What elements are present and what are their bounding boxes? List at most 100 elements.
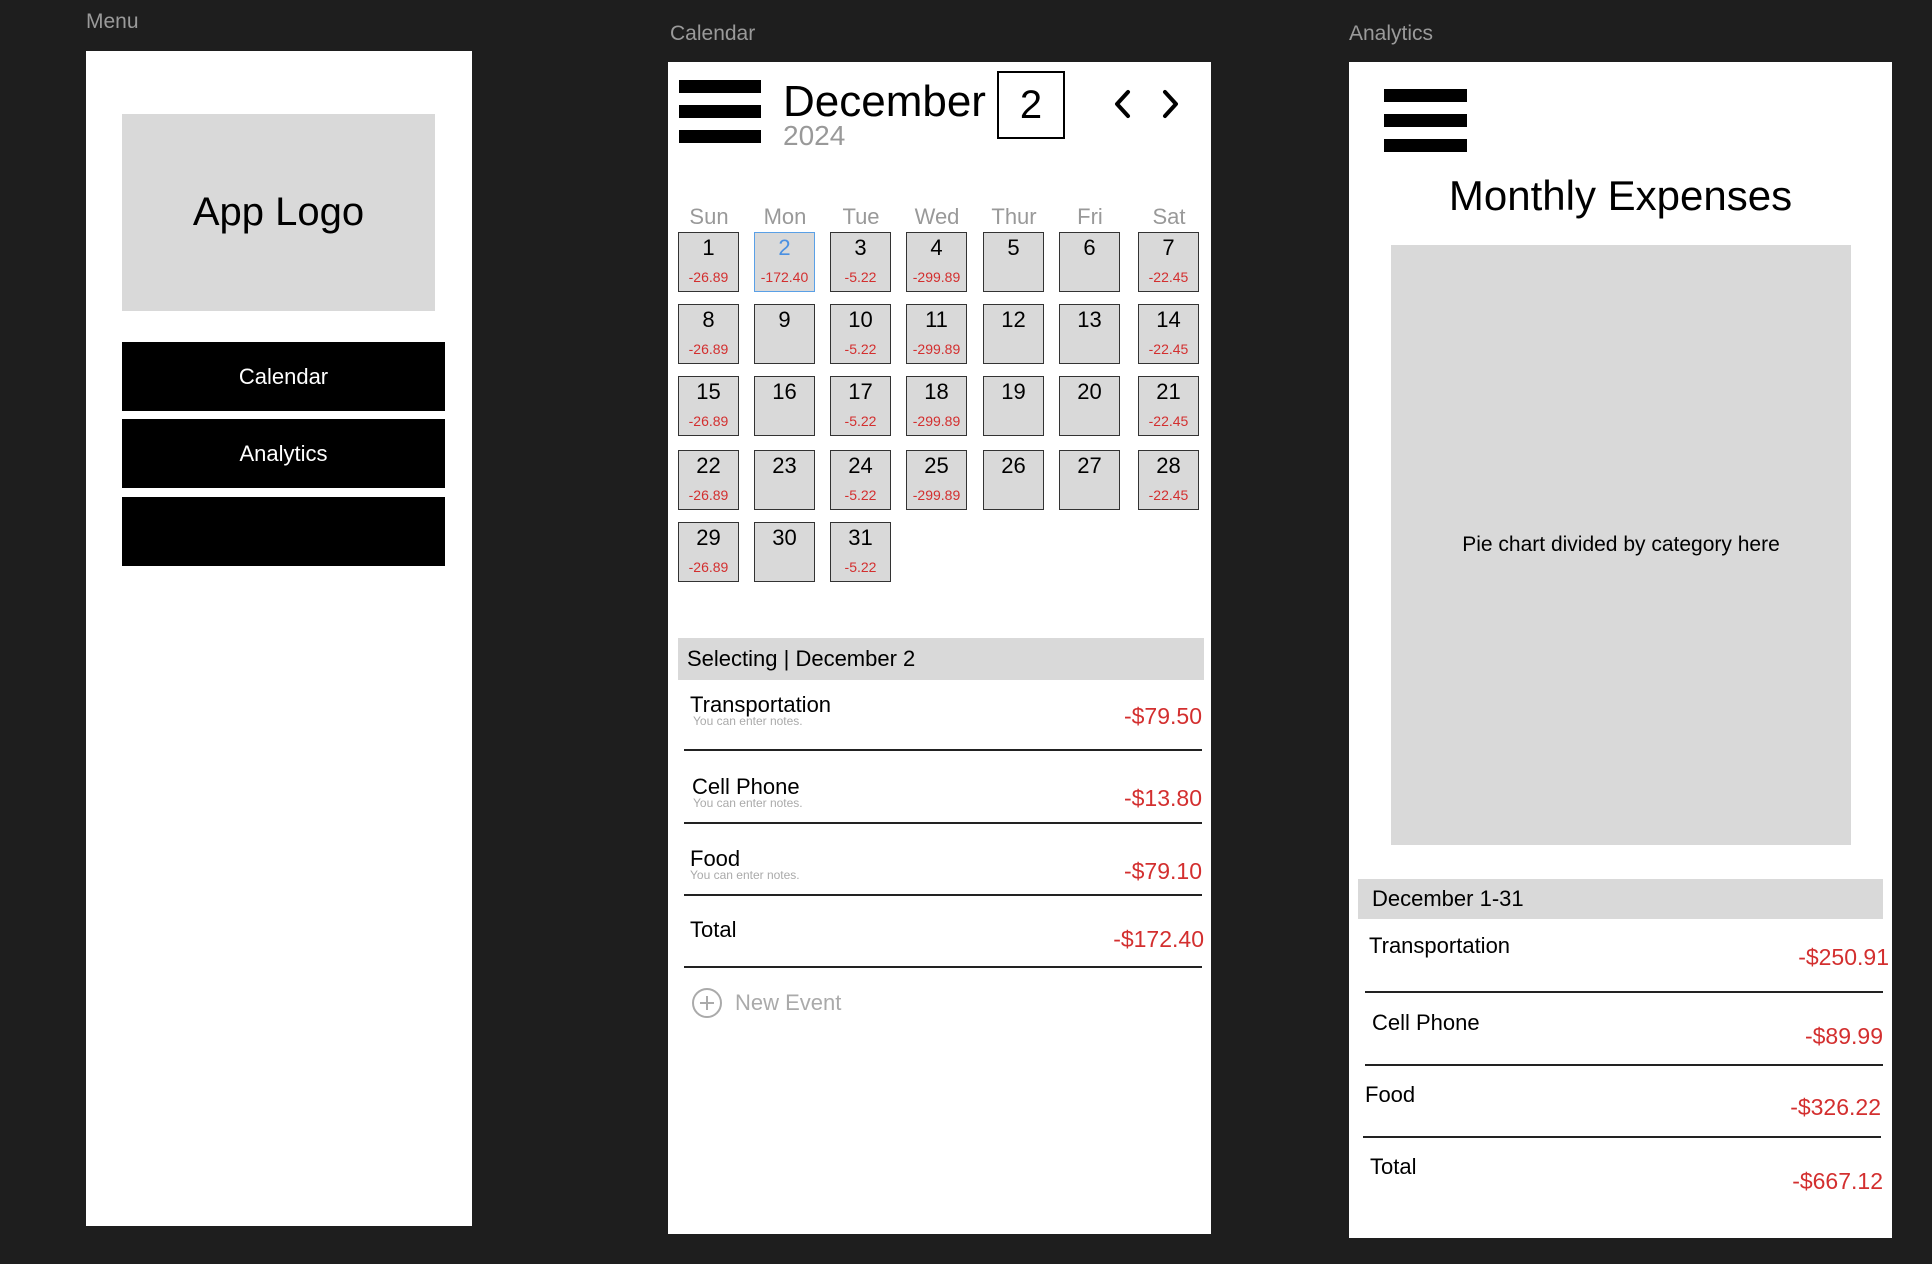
calendar-day-cell[interactable]: 29 -26.89 — [678, 522, 739, 582]
chevron-right-icon[interactable] — [1155, 84, 1185, 124]
calendar-day-cell[interactable]: 14 -22.45 — [1138, 304, 1199, 364]
day-amount: -22.45 — [1148, 269, 1189, 285]
expense-note[interactable]: You can enter notes. — [690, 868, 800, 882]
weekday-label: Tue — [842, 204, 880, 229]
summary-row: Cell Phone -$89.99 — [1365, 993, 1883, 1066]
day-amount: -299.89 — [912, 413, 961, 429]
day-amount: -26.89 — [688, 269, 729, 285]
day-number: 11 — [925, 307, 948, 332]
expense-total-row: Total -$172.40 — [684, 896, 1204, 968]
calendar-day-cell[interactable]: 28 -22.45 — [1138, 450, 1199, 510]
calendar-day-cell[interactable]: 15 -26.89 — [678, 376, 739, 436]
summary-name: Transportation — [1369, 933, 1511, 958]
day-number: 26 — [1001, 453, 1026, 478]
summary-row: Food -$326.22 — [1363, 1066, 1881, 1138]
calendar-day-cell[interactable]: 27 — [1059, 450, 1120, 510]
expense-note[interactable]: You can enter notes. — [693, 796, 803, 810]
expense-total-value: -$172.40 — [1113, 926, 1204, 952]
day-number: 4 — [930, 235, 943, 260]
calendar-day-cell[interactable]: 11 -299.89 — [906, 304, 967, 364]
day-amount: -22.45 — [1148, 341, 1189, 357]
day-number: 23 — [772, 453, 797, 478]
menu-empty-button[interactable] — [122, 497, 445, 566]
day-number: 6 — [1083, 235, 1096, 260]
day-number: 18 — [924, 379, 949, 404]
calendar-day-cell[interactable]: 19 — [983, 376, 1044, 436]
weekday-label: Mon — [763, 204, 807, 229]
calendar-day-cell[interactable]: 17 -5.22 — [830, 376, 891, 436]
day-number: 19 — [1001, 379, 1026, 404]
day-amount: -22.45 — [1148, 487, 1189, 503]
calendar-day-cell[interactable]: 21 -22.45 — [1138, 376, 1199, 436]
weekday-label: Fri — [1077, 204, 1103, 229]
hamburger-menu-icon[interactable] — [1384, 89, 1467, 164]
calendar-day-cell[interactable]: 24 -5.22 — [830, 450, 891, 510]
calendar-day-cell[interactable]: 5 — [983, 232, 1044, 292]
summary-total-label: Total — [1370, 1154, 1417, 1179]
plus-circle-icon — [692, 988, 722, 1018]
weekday-label: Thur — [991, 204, 1037, 229]
hamburger-menu-icon[interactable] — [679, 80, 761, 155]
day-number: 12 — [1001, 307, 1026, 332]
day-number: 30 — [772, 525, 797, 550]
day-amount: -22.45 — [1148, 413, 1189, 429]
date-range-header: December 1-31 — [1358, 879, 1883, 919]
selection-header: Selecting | December 2 — [678, 638, 1204, 680]
day-number: 9 — [778, 307, 791, 332]
selected-day-box[interactable]: 2 — [997, 71, 1065, 139]
calendar-day-cell[interactable]: 3 -5.22 — [830, 232, 891, 292]
menu-calendar-button[interactable]: Calendar — [122, 342, 445, 411]
summary-name: Cell Phone — [1372, 1010, 1480, 1035]
expense-note[interactable]: You can enter notes. — [693, 714, 803, 728]
calendar-day-cell[interactable]: 20 — [1059, 376, 1120, 436]
day-number: 22 — [696, 453, 721, 478]
day-amount: -299.89 — [912, 487, 961, 503]
calendar-day-cell[interactable]: 13 — [1059, 304, 1120, 364]
calendar-day-cell[interactable]: 25 -299.89 — [906, 450, 967, 510]
expense-row[interactable]: Food You can enter notes. -$79.10 — [684, 824, 1202, 896]
day-amount: -5.22 — [844, 487, 877, 503]
weekday-label: Sat — [1152, 204, 1186, 229]
summary-total-row: Total -$667.12 — [1365, 1138, 1883, 1210]
calendar-day-cell[interactable]: 6 — [1059, 232, 1120, 292]
day-number: 14 — [1156, 307, 1181, 332]
calendar-day-cell[interactable]: 4 -299.89 — [906, 232, 967, 292]
chevron-left-icon[interactable] — [1108, 84, 1138, 124]
calendar-day-cell[interactable]: 16 — [754, 376, 815, 436]
calendar-day-cell[interactable]: 7 -22.45 — [1138, 232, 1199, 292]
page-title: Monthly Expenses — [1448, 172, 1793, 219]
day-number: 28 — [1156, 453, 1181, 478]
day-number: 27 — [1077, 453, 1102, 478]
calendar-day-cell[interactable]: 26 — [983, 450, 1044, 510]
day-number: 16 — [772, 379, 797, 404]
day-number: 5 — [1007, 235, 1020, 260]
day-number: 20 — [1077, 379, 1102, 404]
calendar-day-cell[interactable]: 1 -26.89 — [678, 232, 739, 292]
calendar-day-cell[interactable]: 9 — [754, 304, 815, 364]
summary-row: Transportation -$250.91 — [1365, 919, 1889, 993]
calendar-day-cell[interactable]: 31 -5.22 — [830, 522, 891, 582]
calendar-day-cell[interactable]: 12 — [983, 304, 1044, 364]
menu-analytics-button[interactable]: Analytics — [122, 419, 445, 488]
calendar-day-cell[interactable]: 10 -5.22 — [830, 304, 891, 364]
calendar-day-cell[interactable]: 2 -172.40 — [754, 232, 815, 292]
day-amount: -5.22 — [844, 559, 877, 575]
new-event-button[interactable]: New Event — [691, 987, 841, 1019]
expense-row[interactable]: Transportation You can enter notes. -$79… — [684, 680, 1202, 751]
summary-value: -$250.91 — [1798, 944, 1889, 970]
calendar-day-cell[interactable]: 8 -26.89 — [678, 304, 739, 364]
expense-value: -$79.10 — [1123, 858, 1202, 884]
analytics-screen: Monthly Expenses Pie chart divided by ca… — [1349, 62, 1892, 1238]
calendar-day-cell[interactable]: 18 -299.89 — [906, 376, 967, 436]
calendar-day-cell[interactable]: 30 — [754, 522, 815, 582]
expense-total-label: Total — [690, 917, 737, 942]
calendar-screen: December 2024 2 Selecting | December 2 T… — [668, 62, 1211, 1234]
calendar-day-cell[interactable]: 23 — [754, 450, 815, 510]
calendar-day-cell[interactable]: 22 -26.89 — [678, 450, 739, 510]
weekday-label: Sun — [689, 204, 729, 229]
expense-row[interactable]: Cell Phone You can enter notes. -$13.80 — [684, 751, 1202, 824]
day-number: 10 — [848, 307, 873, 332]
expense-value: -$79.50 — [1123, 703, 1202, 729]
day-number: 15 — [696, 379, 721, 404]
day-amount: -299.89 — [912, 269, 961, 285]
